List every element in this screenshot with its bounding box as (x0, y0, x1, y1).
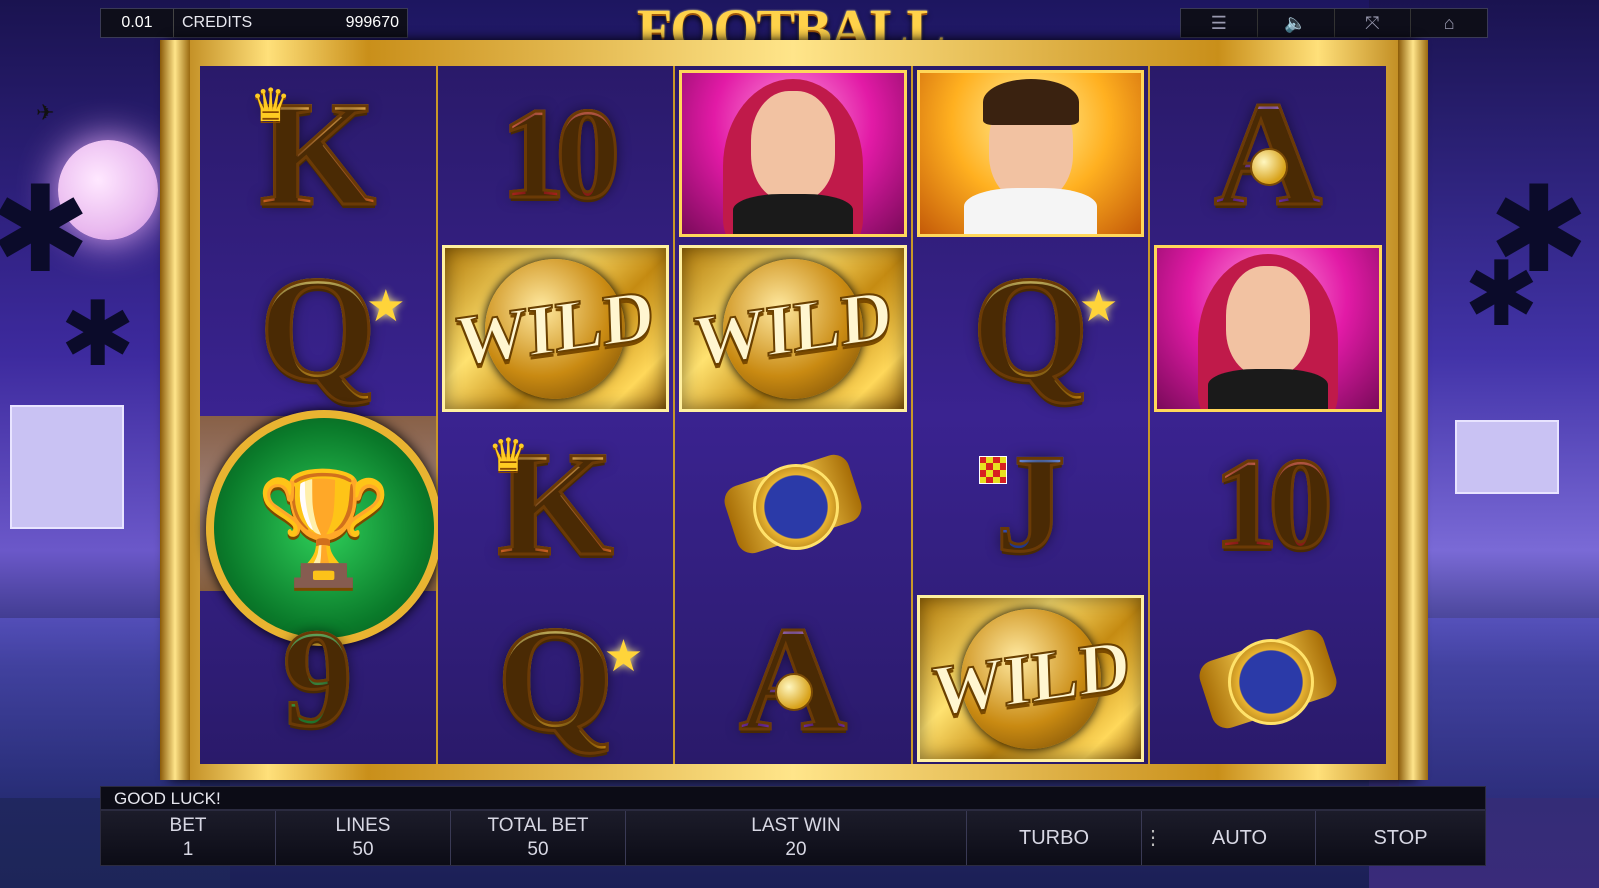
symbol-letter: 9 (281, 600, 354, 756)
wild-label: WILD (454, 273, 657, 383)
star-icon: ★ (1078, 282, 1119, 331)
watch-icon (718, 439, 868, 569)
status-message: GOOD LUCK! (100, 786, 1486, 810)
last-win-label: LAST WIN (751, 815, 841, 836)
stop-button[interactable]: STOP (1316, 811, 1485, 865)
symbol-man (913, 66, 1149, 241)
sound-icon[interactable]: 🔈 (1258, 9, 1335, 37)
auto-button[interactable]: AUTO (1164, 811, 1316, 865)
symbol-girl (1150, 241, 1386, 416)
symbol-watch (675, 416, 911, 591)
symbol-nine: 9 (200, 591, 436, 766)
symbol-queen: Q ★ (200, 241, 436, 416)
face (750, 91, 835, 201)
symbol-letter: Q (258, 245, 378, 412)
reel-1: ♛ K Q ★ 🏆 9 (200, 66, 442, 766)
palm-tree-icon: ✱ (60, 285, 136, 385)
choker (732, 194, 853, 234)
wild-label: WILD (692, 273, 895, 383)
denomination-selector[interactable]: 0.01 (101, 9, 174, 37)
symbol-ten: 10 (438, 66, 674, 241)
bet-value: 1 (182, 839, 194, 860)
crown-icon: ♛ (487, 429, 529, 481)
credits-value: 999670 (345, 14, 399, 31)
reel-4: Q ★ J WILD (912, 66, 1151, 766)
reel-3: WILD A (675, 66, 913, 764)
home-icon[interactable]: ⌂ (1411, 9, 1487, 37)
lines-control[interactable]: LINES 50 (276, 811, 451, 865)
credits-bar: 0.01 CREDITS 999670 (100, 8, 408, 38)
symbol-letter: 10 (499, 81, 622, 226)
symbol-letter: 10 (1212, 431, 1335, 576)
watch-dial (752, 463, 839, 550)
face (1226, 266, 1311, 376)
reels-area: ♛ K Q ★ 🏆 9 10 WILD ♛ K Q ★ WILD Q ★ J W… (200, 66, 1386, 764)
total-bet-display: TOTAL BET 50 (451, 811, 626, 865)
bet-label: BET (169, 815, 207, 836)
sea (1399, 618, 1599, 798)
frame-pillar-right (1398, 40, 1428, 780)
symbol-queen: Q ★ (913, 241, 1149, 416)
trophy-icon: 🏆 (255, 466, 393, 590)
total-bet-label: TOTAL BET (487, 815, 589, 836)
symbol-letter: Q (496, 595, 616, 762)
wild-label: WILD (929, 623, 1132, 733)
villa (10, 405, 124, 529)
fullscreen-icon[interactable]: ⤧ (1335, 9, 1412, 37)
wild-tile: WILD (679, 245, 907, 412)
symbol-wild: WILD (913, 591, 1149, 766)
symbol-king: ♛ K (200, 66, 436, 241)
credits-label: CREDITS (182, 14, 253, 31)
watch-icon (1193, 614, 1343, 744)
symbol-letter: J (994, 425, 1067, 581)
symbol-ace: A (675, 591, 911, 766)
symbol-trophy: 🏆 (200, 410, 442, 646)
last-win-value: 20 (785, 839, 807, 860)
auto-options-icon[interactable]: ⋮ (1142, 811, 1164, 865)
corner-flag-icon (978, 456, 1007, 484)
hair (982, 79, 1079, 125)
wild-tile: WILD (441, 245, 670, 412)
last-win-display: LAST WIN 20 (626, 811, 967, 865)
symbol-letter: Q (971, 245, 1091, 412)
football-icon (775, 673, 814, 711)
symbol-ace: A (1150, 66, 1386, 241)
symbol-ten: 10 (1150, 416, 1386, 591)
villa (1455, 420, 1559, 494)
choker (1208, 369, 1329, 409)
girl-portrait (679, 70, 907, 237)
wild-tile: WILD (916, 595, 1145, 762)
frame-pillar-left (160, 40, 190, 780)
bird-icon: ✈ (36, 100, 55, 125)
symbol-watch (1150, 591, 1386, 766)
palm-tree-icon: ✱ (1463, 245, 1539, 345)
shirt (964, 188, 1098, 234)
crown-icon: ♛ (250, 79, 292, 131)
turbo-button[interactable]: TURBO (967, 811, 1142, 865)
symbol-queen: Q ★ (438, 591, 674, 766)
symbol-king: ♛ K (438, 416, 674, 591)
bet-control[interactable]: BET 1 (101, 811, 276, 865)
reel-2: 10 WILD ♛ K Q ★ (437, 66, 676, 766)
total-bet-value: 50 (527, 839, 549, 860)
system-controls: ☰ 🔈 ⤧ ⌂ (1180, 8, 1488, 38)
symbol-wild: WILD (438, 241, 674, 416)
star-icon: ★ (366, 282, 406, 331)
reel-5: A 10 (1150, 66, 1386, 764)
watch-dial (1228, 638, 1315, 725)
star-icon: ★ (603, 632, 644, 681)
lines-label: LINES (335, 815, 391, 836)
palm-tree-icon: ✱ (0, 163, 91, 297)
footballer-portrait (916, 70, 1145, 237)
control-panel: BET 1 LINES 50 TOTAL BET 50 LAST WIN 20 … (100, 810, 1486, 866)
lines-value: 50 (352, 839, 374, 860)
symbol-girl (675, 66, 911, 241)
symbol-jack: J (913, 416, 1149, 591)
girl-portrait (1154, 245, 1382, 412)
symbol-wild: WILD (675, 241, 911, 416)
menu-icon[interactable]: ☰ (1181, 9, 1258, 37)
